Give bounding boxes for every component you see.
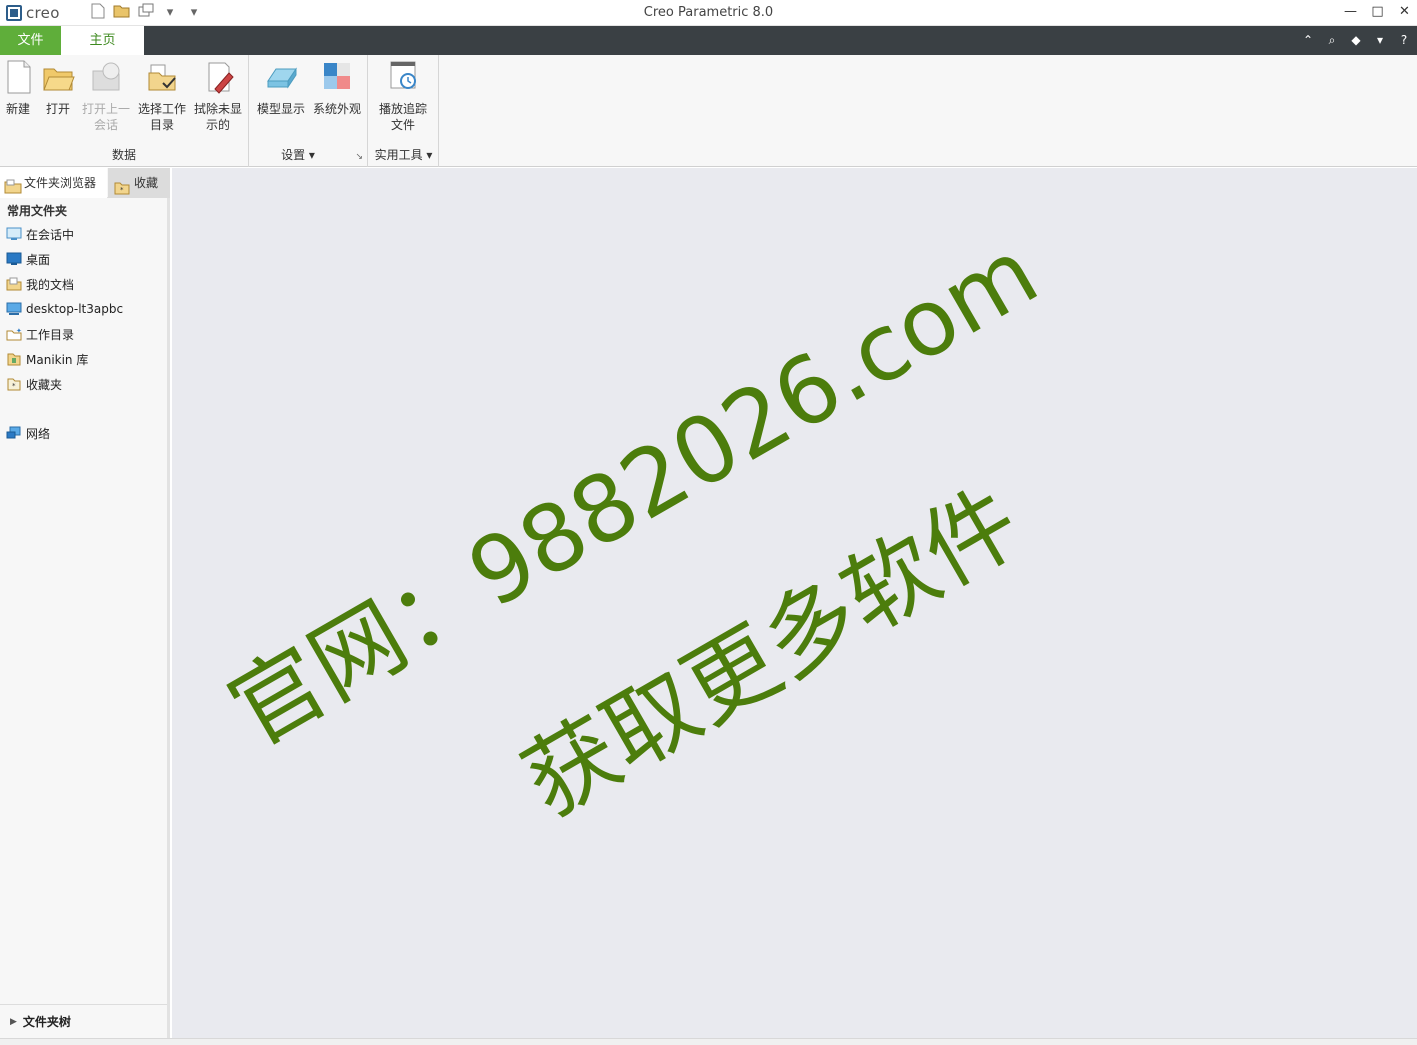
model-display-button[interactable]: 模型显示: [254, 59, 308, 117]
play-trail-file-label: 播放追踪 文件: [378, 102, 427, 132]
group-utilities-label[interactable]: 实用工具 ▾: [369, 146, 438, 163]
nav-item-label: 我的文档: [26, 277, 75, 292]
tab-folder-browser-label: 文件夹浏览器: [24, 176, 97, 190]
open-last-session-button[interactable]: 打开上一 会话: [80, 59, 132, 133]
new-button-label: 新建: [5, 102, 30, 116]
folder-tree-label: 文件夹树: [22, 1015, 71, 1029]
erase-not-displayed-label: 拭除未显 示的: [193, 102, 242, 132]
favorites-tab-icon: *: [114, 176, 130, 195]
nav-item-label: desktop-lt3apbc: [26, 302, 124, 316]
folder-browser-icon: [4, 176, 22, 194]
dialog-launcher-icon[interactable]: ↘: [355, 152, 363, 162]
group-data-label: 数据: [111, 148, 136, 162]
open-button-label: 打开: [45, 102, 70, 116]
new-file-icon: [2, 59, 36, 95]
group-utilities-text: 实用工具: [374, 148, 423, 162]
model-display-icon: [264, 59, 298, 95]
common-folders-heading: 常用文件夹: [7, 204, 68, 218]
nav-item-my-documents[interactable]: 我的文档: [6, 274, 74, 294]
tab-favorites-label: 收藏: [134, 176, 159, 190]
svg-text:✦: ✦: [16, 327, 22, 335]
new-button[interactable]: 新建: [2, 59, 34, 117]
network-icon: [6, 426, 22, 440]
collapse-ribbon-icon[interactable]: ⌃: [1301, 30, 1315, 50]
group-settings: 模型显示 系统外观 设置 ▾ ↘: [250, 55, 368, 167]
open-last-session-icon: [89, 59, 123, 95]
nav-item-network[interactable]: 网络: [6, 423, 50, 443]
favorites-icon: *: [6, 377, 22, 391]
group-data: 新建 打开 打开上一 会话 选择工作 目录 拭除未显 示的 数据: [0, 55, 249, 167]
svg-text:*: *: [12, 382, 16, 390]
nav-item-label: 在会话中: [26, 227, 75, 242]
window-title: Creo Parametric 8.0: [643, 5, 774, 20]
title-bar: creo ▾ ▾ Creo Parametric 8.0 — □ ✕: [0, 0, 1417, 26]
svg-text:*: *: [120, 186, 124, 194]
search-icon[interactable]: ⌕: [1325, 30, 1339, 50]
group-settings-text: 设置: [281, 148, 306, 162]
graphics-area[interactable]: 官网：9882026.com 获取更多软件: [172, 168, 1417, 1038]
nav-item-computer[interactable]: desktop-lt3apbc: [6, 299, 123, 319]
help-icon[interactable]: ?: [1397, 30, 1411, 50]
system-appearance-button[interactable]: 系统外观: [310, 59, 364, 117]
play-trail-file-icon: [386, 59, 420, 95]
open-folder-icon: [41, 59, 75, 95]
group-utilities: 播放追踪 文件 实用工具 ▾: [369, 55, 439, 167]
status-bar: [0, 1038, 1417, 1045]
navigator-sidebar: 文件夹浏览器 * 收藏 常用文件夹 在会话中 桌面 我的文档 desktop-l…: [0, 168, 170, 1038]
tab-home[interactable]: 主页: [61, 26, 144, 55]
group-settings-label[interactable]: 设置 ▾: [250, 146, 346, 163]
nav-item-label: 桌面: [26, 252, 51, 267]
nav-item-label: Manikin 库: [26, 352, 89, 367]
desktop-icon: [6, 252, 22, 266]
nav-item-manikin-library[interactable]: Manikin 库: [6, 349, 88, 369]
tab-favorites[interactable]: * 收藏: [108, 168, 170, 198]
manikin-library-icon: [6, 352, 22, 366]
ribbon-tab-strip: 文件 主页 ⌃ ⌕ ◆ ▾ ?: [0, 26, 1417, 55]
working-dir-icon: ✦: [6, 327, 22, 341]
window-controls: — □ ✕: [1344, 2, 1411, 22]
nav-item-working-dir[interactable]: ✦ 工作目录: [6, 324, 74, 344]
expand-arrow-icon: ▶: [10, 1016, 17, 1027]
nav-item-label: 网络: [26, 426, 51, 441]
ribbon-tools: ⌃ ⌕ ◆ ▾ ?: [1301, 30, 1411, 50]
open-last-session-label: 打开上一 会话: [81, 102, 130, 132]
navigator-tabs: 文件夹浏览器 * 收藏: [0, 168, 170, 198]
open-button[interactable]: 打开: [40, 59, 76, 117]
minimize-icon[interactable]: —: [1344, 2, 1357, 22]
tab-folder-browser[interactable]: 文件夹浏览器: [0, 168, 107, 198]
nav-item-favorites[interactable]: * 收藏夹: [6, 374, 62, 394]
ribbon: 新建 打开 打开上一 会话 选择工作 目录 拭除未显 示的 数据 模型显示 系统…: [0, 55, 1417, 167]
maximize-icon[interactable]: □: [1371, 2, 1384, 22]
play-trail-file-button[interactable]: 播放追踪 文件: [375, 59, 431, 133]
learning-icon[interactable]: ◆: [1349, 30, 1363, 50]
select-working-dir-icon: [145, 59, 179, 95]
chevron-down-icon[interactable]: ▾: [1373, 30, 1387, 50]
computer-icon: [6, 302, 22, 316]
select-working-dir-label: 选择工作 目录: [137, 102, 186, 132]
select-working-dir-button[interactable]: 选择工作 目录: [136, 59, 188, 133]
session-icon: [6, 227, 22, 241]
erase-not-displayed-button[interactable]: 拭除未显 示的: [192, 59, 244, 133]
tab-file[interactable]: 文件: [0, 26, 61, 55]
close-icon[interactable]: ✕: [1398, 2, 1411, 22]
nav-item-desktop[interactable]: 桌面: [6, 249, 50, 269]
nav-item-in-session[interactable]: 在会话中: [6, 224, 74, 244]
erase-not-displayed-icon: [201, 59, 235, 95]
system-appearance-icon: [320, 59, 354, 95]
nav-item-label: 工作目录: [26, 327, 75, 342]
system-appearance-label: 系统外观: [312, 102, 361, 116]
nav-item-label: 收藏夹: [26, 377, 63, 392]
folder-tree-toggle[interactable]: ▶ 文件夹树: [0, 1004, 167, 1038]
model-display-label: 模型显示: [256, 102, 305, 116]
documents-icon: [6, 277, 22, 291]
